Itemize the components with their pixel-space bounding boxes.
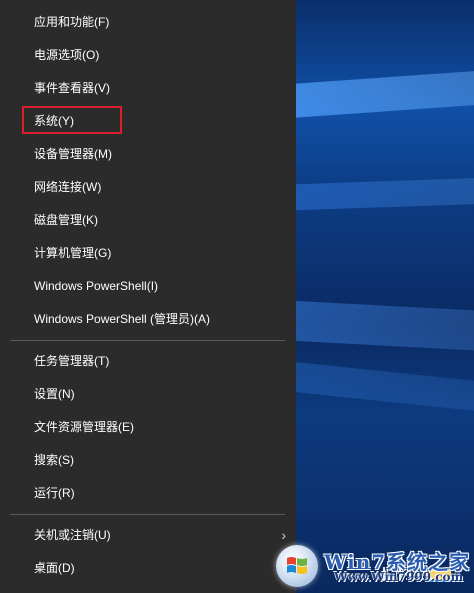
menu-item-settings[interactable]: 设置(N) [0, 379, 296, 409]
menu-item-label: 搜索(S) [34, 453, 74, 467]
menu-item-powershell-admin[interactable]: Windows PowerShell (管理员)(A) [0, 304, 296, 334]
menu-item-computer-management[interactable]: 计算机管理(G) [0, 238, 296, 268]
menu-item-label: 计算机管理(G) [34, 246, 112, 260]
menu-item-event-viewer[interactable]: 事件查看器(V) [0, 73, 296, 103]
menu-item-apps-features[interactable]: 应用和功能(F) [0, 7, 296, 37]
menu-item-powershell[interactable]: Windows PowerShell(I) [0, 271, 296, 301]
menu-item-disk-management[interactable]: 磁盘管理(K) [0, 205, 296, 235]
menu-item-label: 网络连接(W) [34, 180, 102, 194]
menu-item-search[interactable]: 搜索(S) [0, 445, 296, 475]
menu-item-label: 设置(N) [34, 387, 75, 401]
desktop-background [296, 0, 474, 593]
menu-item-task-manager[interactable]: 任务管理器(T) [0, 346, 296, 376]
menu-item-label: 桌面(D) [34, 561, 75, 575]
menu-item-run[interactable]: 运行(R) [0, 478, 296, 508]
menu-item-label: 设备管理器(M) [34, 147, 112, 161]
red-highlight-box [22, 106, 122, 134]
menu-item-label: 文件资源管理器(E) [34, 420, 134, 434]
menu-item-label: 应用和功能(F) [34, 15, 110, 29]
menu-item-device-manager[interactable]: 设备管理器(M) [0, 139, 296, 169]
menu-item-label: Windows PowerShell (管理员)(A) [34, 312, 211, 326]
menu-item-label: 任务管理器(T) [34, 354, 110, 368]
menu-item-label: Windows PowerShell(I) [34, 279, 159, 293]
menu-item-label: 电源选项(O) [34, 48, 100, 62]
light-beam [296, 300, 474, 353]
menu-item-shutdown-signout[interactable]: 关机或注销(U) › [0, 520, 296, 550]
light-beam [296, 176, 474, 211]
menu-item-file-explorer[interactable]: 文件资源管理器(E) [0, 412, 296, 442]
menu-separator [10, 340, 285, 341]
light-beam [296, 68, 474, 119]
menu-item-label: 关机或注销(U) [34, 528, 111, 542]
menu-item-label: 磁盘管理(K) [34, 213, 98, 227]
light-beam [296, 360, 474, 416]
winx-context-menu: 应用和功能(F) 电源选项(O) 事件查看器(V) 系统(Y) 设备管理器(M)… [0, 0, 296, 593]
menu-item-power-options[interactable]: 电源选项(O) [0, 40, 296, 70]
menu-separator [10, 514, 285, 515]
menu-item-desktop[interactable]: 桌面(D) [0, 553, 296, 583]
menu-item-label: 事件查看器(V) [34, 81, 110, 95]
menu-item-network-connections[interactable]: 网络连接(W) [0, 172, 296, 202]
watermark-url: Www.Win7999.com [334, 570, 464, 584]
menu-item-label: 运行(R) [34, 486, 75, 500]
watermark-logo: Win7系统之家 Www.Win7999.com [268, 540, 474, 593]
windows-logo-icon [287, 557, 307, 574]
